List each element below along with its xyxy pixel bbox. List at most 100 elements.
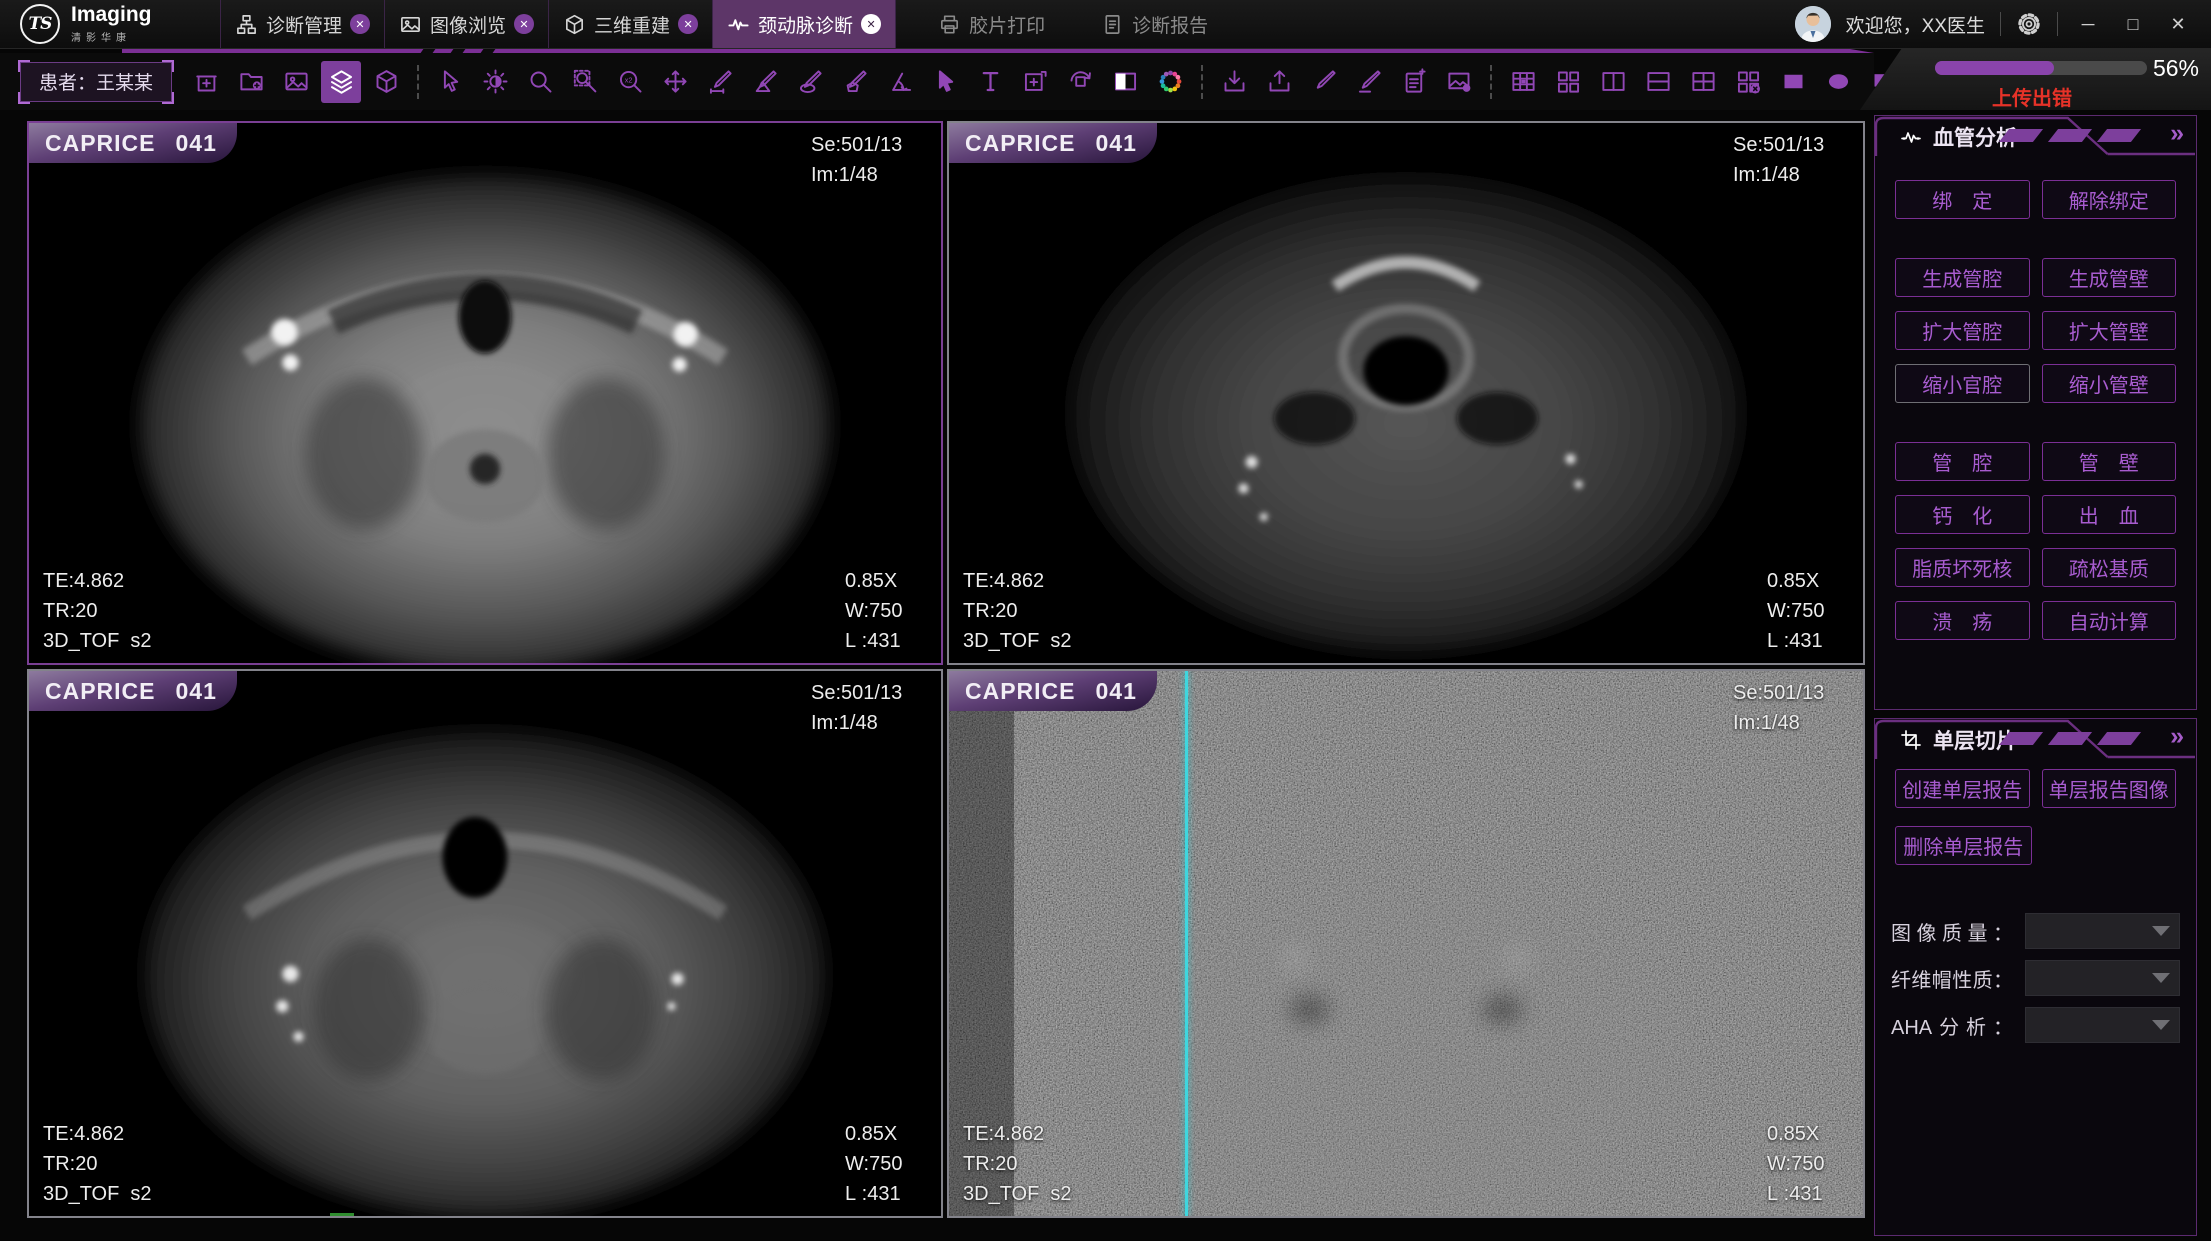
image-number: Im:1/48: [1733, 160, 1849, 190]
tab-close-icon[interactable]: ✕: [514, 14, 534, 34]
report-add-button[interactable]: [1394, 61, 1434, 103]
layers-button[interactable]: [321, 61, 361, 103]
close-button[interactable]: ✕: [2163, 14, 2193, 35]
measure-polygon-button[interactable]: [835, 61, 875, 103]
layout-grid-button[interactable]: [1548, 61, 1588, 103]
brand-logo: TS: [20, 4, 60, 44]
dropdown-select[interactable]: [2025, 960, 2180, 996]
brush-button[interactable]: [1304, 61, 1344, 103]
tab-close-icon[interactable]: ✕: [678, 14, 698, 34]
tab-诊断管理[interactable]: 诊断管理✕: [220, 0, 384, 48]
dropdown-select[interactable]: [2025, 913, 2180, 949]
vessel-button-解除绑定[interactable]: 解除绑定: [2042, 180, 2177, 219]
vessel-button-自动计算[interactable]: 自动计算: [2042, 601, 2177, 640]
invert-button[interactable]: [1105, 61, 1145, 103]
upload-progress-panel: 56% 上传出错: [1860, 48, 2211, 110]
header-stripes: [2004, 129, 2136, 142]
vessel-button-钙化[interactable]: 钙 化: [1895, 495, 2030, 534]
zoom-region-button[interactable]: [565, 61, 605, 103]
vessel-button-缩小官腔[interactable]: 缩小官腔: [1895, 364, 2030, 403]
tab-label: 颈动脉诊断: [758, 11, 853, 38]
folder-add-icon: [238, 68, 265, 95]
localizer-line[interactable]: [1185, 671, 1188, 1216]
tab-close-icon[interactable]: ✕: [861, 14, 881, 34]
collapse-chevron-icon[interactable]: »: [2170, 722, 2184, 751]
vessel-button-疏松基质[interactable]: 疏松基质: [2042, 548, 2177, 587]
cursor-button[interactable]: [430, 61, 470, 103]
brightness-button[interactable]: [475, 61, 515, 103]
layout-matrix-button[interactable]: [1503, 61, 1543, 103]
viewport-1[interactable]: CAPRICE041Se:501/13Im:1/48TE:4.862TR:203…: [27, 121, 943, 665]
download-button[interactable]: [1214, 61, 1254, 103]
pointer-button[interactable]: [925, 61, 965, 103]
layout-vsplit-button[interactable]: [1593, 61, 1633, 103]
import-box-button[interactable]: [186, 61, 226, 103]
avatar[interactable]: [1795, 6, 1831, 42]
measure-ellipse-button[interactable]: [790, 61, 830, 103]
zoom-2x-button[interactable]: x2: [610, 61, 650, 103]
button-row: 删除单层报告: [1895, 826, 2176, 865]
vessel-button-缩小管壁[interactable]: 缩小管壁: [2042, 364, 2177, 403]
text-button[interactable]: [970, 61, 1010, 103]
shutter-rect-button[interactable]: [1773, 61, 1813, 103]
pan-button[interactable]: [655, 61, 695, 103]
tab-close-icon[interactable]: ✕: [350, 14, 370, 34]
tab-颈动脉诊断[interactable]: 颈动脉诊断 ✕: [712, 0, 896, 48]
measure-line-button[interactable]: [700, 61, 740, 103]
image-export-button[interactable]: [1439, 61, 1479, 103]
tr-value: TR:20: [43, 596, 152, 626]
minimize-button[interactable]: ─: [2073, 14, 2103, 35]
tab-三维重建[interactable]: 三维重建✕: [548, 0, 712, 48]
stripe-decoration: [2048, 129, 2092, 142]
vessel-button-生成管壁[interactable]: 生成管壁: [2042, 258, 2177, 297]
viewport-2[interactable]: CAPRICE041Se:501/13Im:1/48TE:4.862TR:203…: [947, 121, 1865, 665]
angle-button[interactable]: [880, 61, 920, 103]
color-wheel-button[interactable]: [1150, 61, 1190, 103]
vessel-button-出血[interactable]: 出 血: [2042, 495, 2177, 534]
panel-title-wrap: 血管分析: [1899, 122, 2017, 152]
viewport-3[interactable]: CAPRICE041Se:501/13Im:1/48TE:4.862TR:203…: [27, 669, 943, 1218]
dropdown-label: 纤维帽性质：: [1891, 964, 2013, 993]
viewport-4[interactable]: CAPRICE041Se:501/13Im:1/48TE:4.862TR:203…: [947, 669, 1865, 1218]
rotate-button[interactable]: [1060, 61, 1100, 103]
measure-ellipse-icon: [797, 68, 824, 95]
layout-hsplit-button[interactable]: [1638, 61, 1678, 103]
annotate-box-button[interactable]: [1015, 61, 1055, 103]
dropdown-label: 图像质量：: [1891, 917, 2013, 946]
vessel-button-扩大管腔[interactable]: 扩大管腔: [1895, 311, 2030, 350]
vessel-button-扩大管壁[interactable]: 扩大管壁: [2042, 311, 2177, 350]
brand-subtitle: 清影华康: [71, 29, 152, 44]
settings-button[interactable]: [2016, 11, 2042, 37]
measure-angle-icon: [752, 68, 779, 95]
brush-icon: [1311, 68, 1338, 95]
folder-add-button[interactable]: [231, 61, 271, 103]
layout-quad-button[interactable]: [1683, 61, 1723, 103]
pan-icon: [662, 68, 689, 95]
patient-name-field[interactable]: 患者：王某某: [20, 62, 172, 102]
slice-button-创建单层报告[interactable]: 创建单层报告: [1895, 769, 2030, 808]
vessel-button-溃疡[interactable]: 溃 疡: [1895, 601, 2030, 640]
zoom-button[interactable]: [520, 61, 560, 103]
vessel-button-脂质坏死核[interactable]: 脂质坏死核: [1895, 548, 2030, 587]
cube-3d-button[interactable]: [366, 61, 406, 103]
vessel-panel-body: 绑 定解除绑定生成管腔生成管壁扩大管腔扩大管壁缩小官腔缩小管壁管 腔管 壁钙 化…: [1875, 180, 2196, 640]
toolbar: 患者：王某某 x2: [0, 53, 1874, 110]
slice-button-单层报告图像[interactable]: 单层报告图像: [2042, 769, 2177, 808]
upload-button[interactable]: [1259, 61, 1299, 103]
vessel-button-绑定[interactable]: 绑 定: [1895, 180, 2030, 219]
slice-panel-body: 创建单层报告单层报告图像删除单层报告图像质量：纤维帽性质：AHA分析：: [1875, 769, 2196, 1043]
slice-button-删除单层报告[interactable]: 删除单层报告: [1895, 826, 2032, 865]
collapse-chevron-icon[interactable]: »: [2170, 119, 2184, 148]
layout-close-icon: [1735, 68, 1762, 95]
brush-line-button[interactable]: [1349, 61, 1389, 103]
shutter-ellipse-button[interactable]: [1818, 61, 1858, 103]
gallery-button[interactable]: [276, 61, 316, 103]
measure-angle-button[interactable]: [745, 61, 785, 103]
tab-图像浏览[interactable]: 图像浏览✕: [384, 0, 548, 48]
maximize-button[interactable]: □: [2118, 14, 2148, 35]
vessel-button-生成管腔[interactable]: 生成管腔: [1895, 258, 2030, 297]
vessel-button-管腔[interactable]: 管 腔: [1895, 442, 2030, 481]
dropdown-select[interactable]: [2025, 1007, 2180, 1043]
vessel-button-管壁[interactable]: 管 壁: [2042, 442, 2177, 481]
layout-close-button[interactable]: [1728, 61, 1768, 103]
